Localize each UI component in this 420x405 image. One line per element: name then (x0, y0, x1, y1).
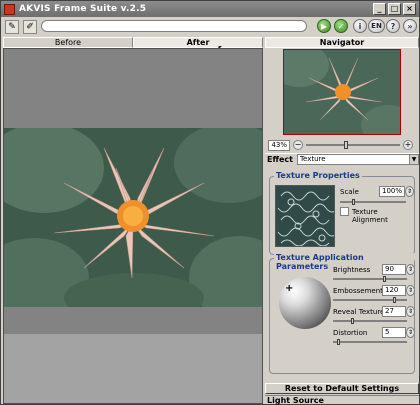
language-button[interactable]: EN (368, 19, 385, 33)
brightness-input[interactable]: 90 ⇕ (382, 264, 415, 275)
help-button[interactable]: ? (386, 19, 400, 33)
tab-before[interactable]: Before (3, 37, 133, 48)
navigator-title: Navigator (265, 37, 419, 48)
flower-photo (4, 128, 262, 307)
navigator-thumbnail[interactable] (283, 49, 401, 135)
apply-button[interactable]: ✓ (334, 19, 348, 33)
texture-application-group: Texture Application Parameters + Brightn… (269, 253, 415, 374)
effect-row: Effect Texture ▼ (265, 153, 419, 165)
info-button[interactable]: i (353, 19, 367, 33)
reveal-texture-slider[interactable] (333, 318, 407, 324)
brightness-slider[interactable] (333, 276, 407, 282)
light-position-icon[interactable]: + (285, 283, 293, 294)
open-image-icon[interactable]: ✎ (5, 20, 19, 34)
scale-input[interactable]: 100% ⇕ (379, 186, 414, 197)
app-window: AKVIS Frame Suite v.2.5 _ □ × ✎ ✐ ▶ ✓ i … (0, 0, 420, 405)
distortion-slider-thumb[interactable] (337, 339, 340, 345)
distortion-label: Distortion (333, 329, 368, 337)
run-button[interactable]: ▶ (317, 19, 331, 33)
zoom-value[interactable]: 43% (268, 139, 290, 151)
distortion-slider[interactable] (333, 339, 407, 345)
tab-after[interactable]: After (133, 37, 263, 48)
canvas-lower-area (4, 334, 262, 403)
window-title: AKVIS Frame Suite v.2.5 (19, 4, 147, 14)
navigator-area (265, 48, 419, 138)
brightness-stepper[interactable]: ⇕ (406, 264, 415, 275)
embossment-stepper[interactable]: ⇕ (406, 285, 415, 296)
light-source-label: Light Source (265, 395, 419, 405)
texture-alignment-checkbox[interactable] (340, 207, 349, 216)
reveal-texture-label: Reveal Texture (333, 308, 385, 316)
progress-bar (41, 20, 307, 32)
distortion-stepper[interactable]: ⇕ (406, 327, 415, 338)
image-canvas[interactable] (3, 48, 263, 404)
zoom-in-icon[interactable]: + (403, 140, 413, 150)
effect-select[interactable]: Texture ▼ (296, 154, 419, 165)
effect-label: Effect (267, 155, 293, 164)
settings-panel: Navigator 43% − + Effect Texture ▼ Textu… (265, 37, 419, 405)
zoom-controls: 43% − + (265, 139, 419, 151)
toolbar: ✎ ✐ ▶ ✓ i EN ? » (1, 18, 419, 36)
minimize-button[interactable]: _ (373, 3, 386, 15)
app-logo-icon (4, 3, 15, 15)
zoom-slider-thumb[interactable] (344, 141, 348, 149)
distortion-value: 5 (385, 328, 390, 336)
embossment-slider-thumb[interactable] (393, 297, 396, 303)
texture-swatch[interactable] (275, 185, 335, 247)
texture-properties-title: Texture Properties (274, 171, 362, 180)
maximize-button[interactable]: □ (388, 3, 401, 15)
embossment-value: 120 (385, 286, 399, 294)
zoom-out-icon[interactable]: − (293, 140, 303, 150)
distortion-input[interactable]: 5 ⇕ (382, 327, 415, 338)
scale-slider-thumb[interactable] (352, 199, 355, 205)
brightness-slider-thumb[interactable] (383, 276, 386, 282)
texture-alignment-label: Texture Alignment (352, 208, 388, 224)
reset-defaults-button[interactable]: Reset to Default Settings (265, 383, 419, 394)
close-button[interactable]: × (403, 3, 416, 15)
brightness-label: Brightness (333, 266, 371, 274)
embossment-slider[interactable] (333, 297, 407, 303)
reveal-texture-value: 27 (385, 307, 394, 315)
scale-label: Scale (340, 188, 359, 196)
reveal-texture-stepper[interactable]: ⇕ (406, 306, 415, 317)
scale-slider[interactable] (340, 199, 406, 205)
scale-value: 100% (382, 187, 403, 195)
chevron-down-icon[interactable]: ▼ (409, 155, 418, 164)
brush-icon[interactable]: ✐ (23, 20, 37, 34)
texture-properties-group: Texture Properties Scale 100% ⇕ Texture … (269, 171, 415, 255)
embossment-label: Embossement (333, 287, 383, 295)
reveal-texture-input[interactable]: 27 ⇕ (382, 306, 415, 317)
scale-stepper[interactable]: ⇕ (405, 186, 414, 197)
brightness-value: 90 (385, 265, 394, 273)
title-bar: AKVIS Frame Suite v.2.5 _ □ × (1, 1, 419, 17)
effect-select-value: Texture (299, 155, 326, 163)
zoom-slider[interactable] (306, 141, 400, 149)
embossment-input[interactable]: 120 ⇕ (382, 285, 415, 296)
reveal-texture-slider-thumb[interactable] (351, 318, 354, 324)
more-button[interactable]: » (403, 19, 417, 33)
